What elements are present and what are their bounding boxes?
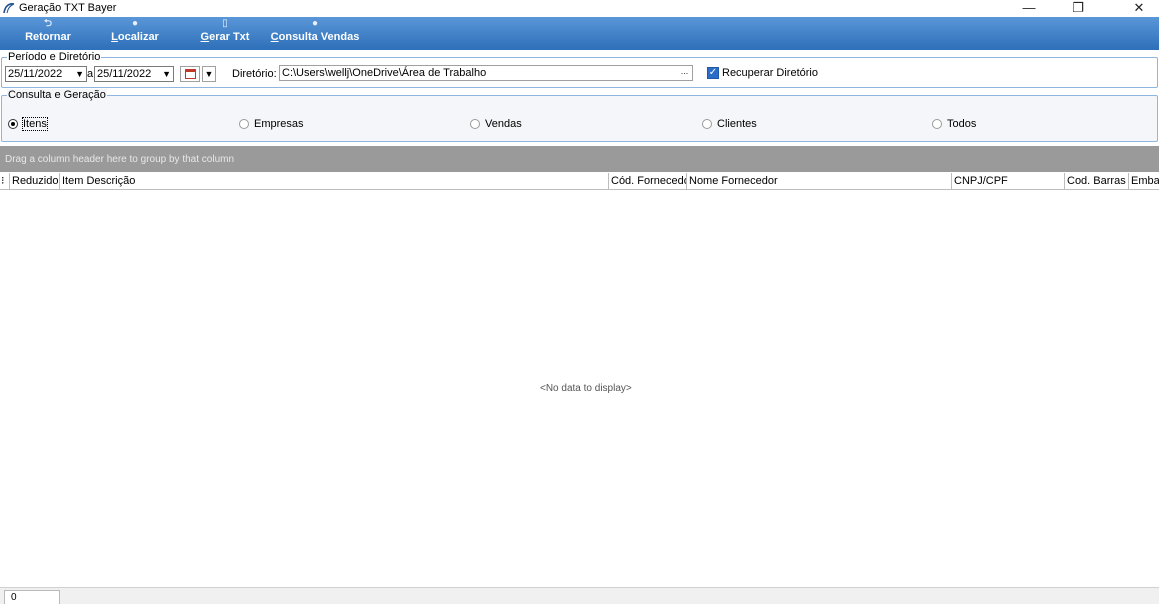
diretorio-input[interactable]: C:\Users\wellj\OneDrive\Área de Trabalho… <box>279 65 693 81</box>
recuperar-label[interactable]: Recuperar Diretório <box>722 67 818 79</box>
retornar-label: Retornar <box>25 31 71 43</box>
periodo-diretorio-group: Período e Diretório 25/11/2022 ▼ a 25/11… <box>1 51 1158 88</box>
radio-icon[interactable] <box>702 119 712 129</box>
group-by-panel[interactable]: Drag a column header here to group by th… <box>0 146 1159 172</box>
radio-clientes-label[interactable]: Clientes <box>717 118 757 130</box>
minimize-button[interactable]: — <box>1009 0 1049 17</box>
radio-icon[interactable] <box>470 119 480 129</box>
grid-header: ⁝ Reduzido Item Descrição Cód. Fornecedo… <box>0 173 1159 190</box>
chevron-down-icon[interactable]: ▼ <box>162 67 171 81</box>
restore-button[interactable]: ❐ <box>1058 0 1098 17</box>
consulta-geracao-group: Consulta e Geração Itens Empresas Vendas… <box>1 89 1158 142</box>
window-title: Geração TXT Bayer <box>19 2 117 14</box>
close-button[interactable]: ✕ <box>1119 0 1159 17</box>
undo-icon: ⮌ <box>43 18 52 29</box>
gerar-txt-label: Gerar Txt <box>200 31 250 43</box>
chevron-down-icon[interactable]: ▼ <box>75 67 84 81</box>
consulta-vendas-label: Consulta Vendas <box>270 31 360 43</box>
consulta-legend: Consulta e Geração <box>7 89 107 101</box>
group-by-hint: Drag a column header here to group by th… <box>5 154 235 165</box>
column-header-cod-fornecedor[interactable]: Cód. Fornecedor <box>609 173 687 190</box>
column-header-nome-fornecedor[interactable]: Nome Fornecedor <box>687 173 952 190</box>
app-logo-icon <box>3 3 15 14</box>
localizar-label: Localizar <box>111 31 159 43</box>
gerar-txt-button[interactable]: ▯ Gerar Txt <box>196 17 254 50</box>
calendar-button[interactable] <box>180 66 200 82</box>
recuperar-checkbox[interactable]: ✓ <box>707 67 719 79</box>
radio-itens-label[interactable]: Itens <box>22 117 48 131</box>
grid-empty-message: <No data to display> <box>540 383 632 394</box>
row-indicator-column[interactable]: ⁝ <box>0 173 10 190</box>
date-to-picker[interactable]: 25/11/2022 ▼ <box>94 66 174 82</box>
radio-todos-label[interactable]: Todos <box>947 118 976 130</box>
radio-vendas-label[interactable]: Vendas <box>485 118 522 130</box>
consulta-vendas-button[interactable]: ● Consulta Vendas <box>268 17 362 50</box>
title-bar: Geração TXT Bayer — ❐ ✕ <box>0 0 1159 17</box>
date-from-picker[interactable]: 25/11/2022 ▼ <box>5 66 87 82</box>
column-header-reduzido[interactable]: Reduzido <box>10 173 60 190</box>
search-dot-icon: ● <box>131 18 139 29</box>
date-separator: a <box>87 68 94 80</box>
column-header-cnpj-cpf[interactable]: CNPJ/CPF <box>952 173 1065 190</box>
record-count: 0 <box>4 590 60 604</box>
document-icon: ▯ <box>222 18 228 29</box>
radio-icon[interactable] <box>932 119 942 129</box>
diretorio-label: Diretório: <box>232 68 277 80</box>
retornar-button[interactable]: ⮌ Retornar <box>18 17 78 50</box>
column-header-item-descricao[interactable]: Item Descrição <box>60 173 609 190</box>
toolbar: ⮌ Retornar ● Localizar ▯ Gerar Txt ● Con… <box>0 17 1159 50</box>
calendar-dropdown-button[interactable]: ▼ <box>202 66 216 82</box>
radio-selected-icon[interactable] <box>8 119 18 129</box>
date-from-value: 25/11/2022 <box>8 68 63 80</box>
column-header-embal[interactable]: Embal <box>1129 173 1159 190</box>
periodo-legend: Período e Diretório <box>7 51 102 63</box>
radio-empresas-label[interactable]: Empresas <box>254 118 304 130</box>
column-header-cod-barras[interactable]: Cod. Barras <box>1065 173 1129 190</box>
date-to-value: 25/11/2022 <box>97 68 152 80</box>
diretorio-value: C:\Users\wellj\OneDrive\Área de Trabalho <box>282 67 487 79</box>
radio-icon[interactable] <box>239 119 249 129</box>
sales-dot-icon: ● <box>311 18 319 29</box>
calendar-icon <box>185 69 196 79</box>
localizar-button[interactable]: ● Localizar <box>107 17 163 50</box>
browse-ellipsis-button[interactable]: ... <box>678 67 691 79</box>
status-bar: 0 <box>0 587 1159 604</box>
